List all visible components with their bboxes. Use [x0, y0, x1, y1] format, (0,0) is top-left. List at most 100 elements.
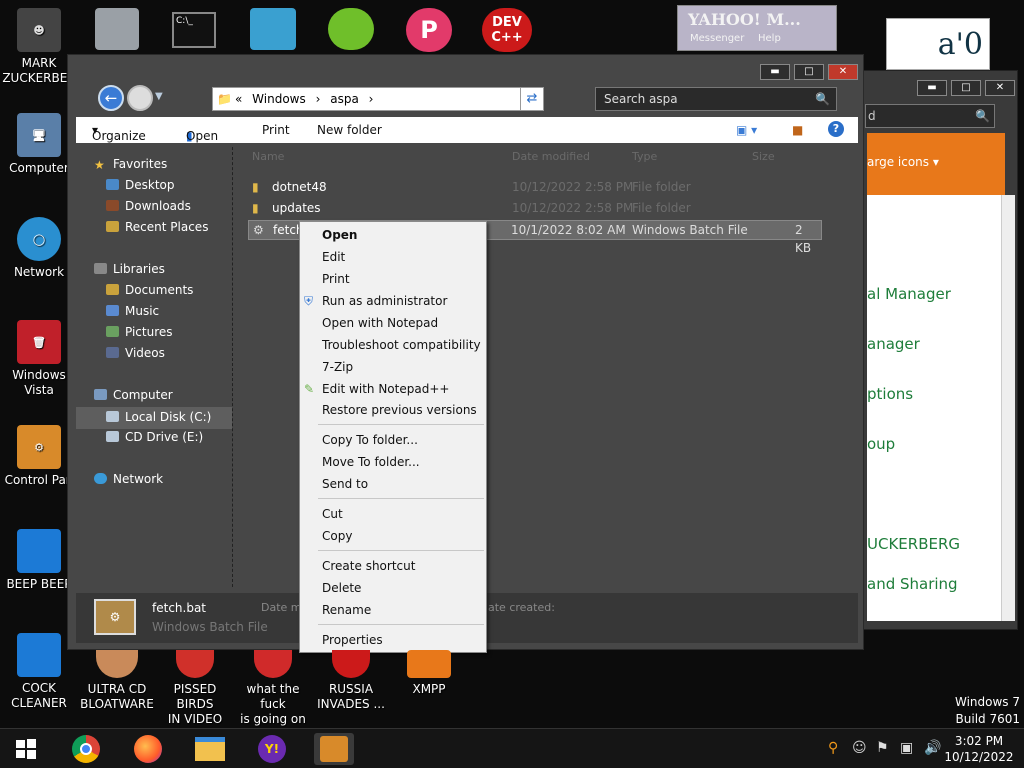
control-panel-task-icon[interactable] — [314, 733, 354, 765]
menu-item-copy-to-folder[interactable]: Copy To folder... — [322, 433, 418, 447]
menu-item-troubleshoot[interactable]: Troubleshoot compatibility — [322, 338, 481, 352]
flag-tray-icon[interactable]: ⚑ — [876, 740, 889, 756]
close-button[interactable]: ✕ — [828, 64, 858, 80]
help-icon[interactable]: ? — [828, 121, 844, 137]
back-link[interactable]: UCKERBERG — [867, 535, 960, 553]
menu-item-restore-versions[interactable]: Restore previous versions — [322, 403, 477, 417]
menu-item-print[interactable]: Print — [322, 272, 350, 286]
table-row[interactable]: ▮ dotnet48 10/12/2022 2:58 PM File folde… — [248, 177, 822, 197]
desktop-icon-top-1[interactable] — [95, 8, 139, 50]
back-link[interactable]: and Sharing — [867, 575, 958, 593]
back-button[interactable]: ← — [98, 85, 124, 111]
chrome-icon[interactable] — [66, 733, 106, 765]
back-search-box[interactable]: d 🔍 — [865, 104, 995, 128]
desktop-icon-xmpp[interactable]: XMPP — [390, 650, 468, 697]
nav-recent-places[interactable]: Recent Places — [106, 220, 208, 234]
chevron-right-icon: › — [368, 92, 374, 106]
nav-network[interactable]: Network — [94, 472, 163, 486]
maximize-button[interactable]: □ — [794, 64, 824, 80]
volume-tray-icon[interactable]: 🔊 — [924, 740, 941, 756]
nav-documents[interactable]: Documents — [106, 283, 193, 297]
file-explorer-icon[interactable] — [190, 733, 230, 765]
nav-desktop[interactable]: Desktop — [106, 178, 175, 192]
firefox-icon[interactable] — [128, 733, 168, 765]
search-icon[interactable]: 🔍 — [815, 88, 830, 110]
back-link[interactable]: al Manager — [867, 285, 951, 303]
search-tray-icon[interactable]: ⚲ — [828, 740, 838, 756]
menu-item-open[interactable]: Open — [322, 228, 357, 242]
start-button[interactable] — [6, 733, 46, 765]
folder-icon: 📁 — [217, 92, 232, 106]
menu-item-edit-notepadpp[interactable]: Edit with Notepad++ — [322, 382, 449, 396]
column-header-type[interactable]: Type — [632, 147, 657, 167]
nav-pictures[interactable]: Pictures — [106, 325, 173, 339]
notepad-plus-plus-icon: ✎ — [304, 382, 315, 396]
nav-libraries[interactable]: Libraries — [94, 262, 165, 276]
back-scrollbar[interactable] — [1001, 195, 1015, 621]
minimize-button[interactable]: ▬ — [917, 80, 947, 96]
desktop-icon — [106, 179, 119, 190]
menu-item-7zip[interactable]: 7-Zip — [322, 360, 353, 374]
menu-item-move-to-folder[interactable]: Move To folder... — [322, 455, 420, 469]
large-icons-label[interactable]: arge icons — [867, 155, 929, 169]
details-filetype: Windows Batch File — [152, 620, 268, 634]
breadcrumb-aspa[interactable]: aspa — [330, 92, 359, 106]
yahoo-messenger-widget[interactable]: YAHOO! M... Messenger Help — [677, 5, 837, 51]
search-input[interactable]: Search aspa 🔍 — [595, 87, 837, 111]
menu-item-create-shortcut[interactable]: Create shortcut — [322, 559, 415, 573]
shield-icon: ⛨ — [304, 294, 314, 308]
menu-item-edit[interactable]: Edit — [322, 250, 345, 264]
desktop-icon-top-3[interactable] — [250, 8, 296, 50]
background-window[interactable]: ▬ □ ✕ d 🔍 arge icons ▾ al Manager anager … — [858, 70, 1018, 630]
address-bar[interactable]: 📁 « Windows › aspa › ▼ — [212, 87, 544, 111]
desktop-icon-label: XMPP — [412, 682, 446, 696]
back-link[interactable]: ptions — [867, 385, 913, 403]
menu-item-cut[interactable]: Cut — [322, 507, 343, 521]
minimize-button[interactable]: ▬ — [760, 64, 790, 80]
nav-favorites[interactable]: ★ Favorites — [94, 157, 167, 172]
breadcrumb-windows[interactable]: Windows — [252, 92, 306, 106]
emoji-tray-icon[interactable]: ☺ — [852, 740, 867, 756]
menu-item-send-to[interactable]: Send to — [322, 477, 368, 491]
desktop-icon-p[interactable]: P — [406, 8, 452, 52]
maximize-button[interactable]: □ — [951, 80, 981, 96]
pane-divider[interactable] — [232, 147, 233, 587]
clock[interactable]: 3:02 PM 10/12/2022 — [944, 733, 1014, 765]
back-link[interactable]: oup — [867, 435, 895, 453]
person-icon: ☻ — [17, 8, 61, 52]
forward-button[interactable] — [127, 85, 153, 111]
menu-item-copy[interactable]: Copy — [322, 529, 352, 543]
nav-downloads[interactable]: Downloads — [106, 199, 191, 213]
nav-videos[interactable]: Videos — [106, 346, 165, 360]
desktop-icon-devcpp[interactable]: DEV C++ — [482, 8, 532, 52]
nav-cd-drive[interactable]: CD Drive (E:) — [106, 430, 203, 444]
desktop-icon-cmd[interactable]: C:\_ — [172, 12, 216, 48]
organize-button[interactable]: Organize ▾ — [92, 123, 146, 143]
menu-item-properties[interactable]: Properties — [322, 633, 383, 647]
xampp-icon — [407, 650, 451, 678]
nav-music[interactable]: Music — [106, 304, 159, 318]
folder-icon: ▮ — [252, 180, 259, 194]
documents-icon — [106, 284, 119, 295]
column-headers: Name Date modified Type Size — [240, 147, 822, 167]
details-filename: fetch.bat — [152, 601, 207, 615]
close-button[interactable]: ✕ — [985, 80, 1015, 96]
menu-item-run-as-admin[interactable]: Run as administrator — [322, 294, 447, 308]
recent-places-icon — [106, 221, 119, 232]
refresh-button[interactable]: ⇄ — [520, 87, 544, 111]
menu-item-delete[interactable]: Delete — [322, 581, 361, 595]
yahoo-messenger-icon[interactable]: Y! — [252, 733, 292, 765]
menu-item-rename[interactable]: Rename — [322, 603, 371, 617]
desktop-icon-pig[interactable] — [328, 8, 374, 50]
menu-item-open-notepad[interactable]: Open with Notepad — [322, 316, 438, 330]
table-row-selected[interactable] — [248, 127, 822, 147]
history-dropdown-icon[interactable]: ▼ — [155, 91, 163, 102]
network-tray-icon[interactable]: ▣ — [900, 740, 913, 756]
column-header-date[interactable]: Date modified — [512, 147, 590, 167]
table-row[interactable]: ▮ updates 10/12/2022 2:58 PM File folder — [248, 198, 822, 218]
column-header-size[interactable]: Size — [752, 147, 775, 167]
nav-computer[interactable]: Computer — [94, 388, 173, 402]
back-link[interactable]: anager — [867, 335, 920, 353]
nav-local-disk[interactable]: Local Disk (C:) — [76, 407, 232, 429]
column-header-name[interactable]: Name — [252, 147, 284, 167]
